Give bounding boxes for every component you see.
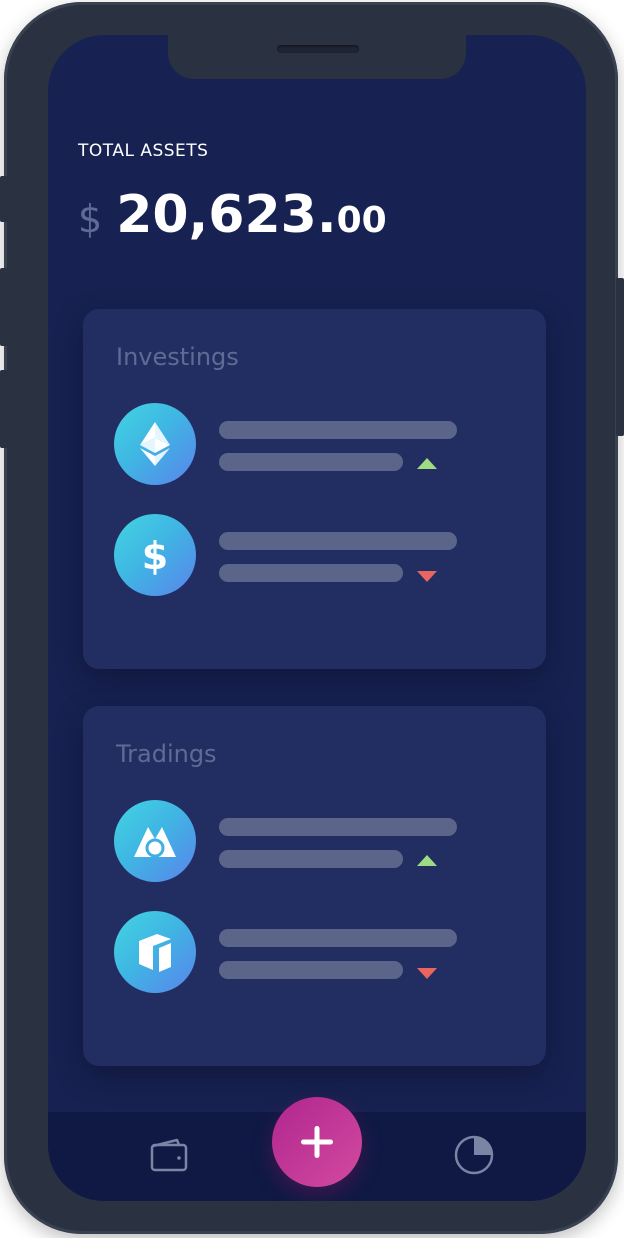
- total-assets-label: TOTAL ASSETS: [78, 141, 209, 161]
- placeholder-bar: [219, 421, 457, 439]
- neo-coin-icon: [114, 911, 196, 993]
- device-notch: [168, 35, 466, 79]
- total-assets-amount: $ 20,623. 00: [78, 185, 387, 245]
- placeholder-bar: [219, 453, 403, 471]
- placeholder-bar: [219, 532, 457, 550]
- app-screen: TOTAL ASSETS $ 20,623. 00 Investings $ T…: [48, 35, 586, 1201]
- tradings-card: Tradings: [83, 706, 546, 1066]
- add-button[interactable]: [272, 1097, 362, 1187]
- trend-up-icon: [417, 458, 437, 469]
- trend-up-icon: [417, 855, 437, 866]
- trend-down-icon: [417, 968, 437, 979]
- list-item[interactable]: [114, 800, 524, 882]
- placeholder-bar: [219, 564, 403, 582]
- phone-side-button: [0, 370, 8, 448]
- investings-card: Investings $: [83, 309, 546, 669]
- mountain-coin-icon: [114, 800, 196, 882]
- phone-frame: TOTAL ASSETS $ 20,623. 00 Investings $ T…: [4, 2, 618, 1234]
- list-item[interactable]: [114, 911, 524, 993]
- amount-decimals: 00: [336, 200, 387, 241]
- phone-side-button: [616, 278, 624, 436]
- trend-down-icon: [417, 571, 437, 582]
- placeholder-bar: [219, 961, 403, 979]
- plus-icon: [301, 1126, 333, 1158]
- list-item[interactable]: $: [114, 514, 524, 596]
- phone-side-button: [0, 176, 8, 222]
- phone-side-button: [0, 268, 8, 346]
- speaker-grille: [277, 45, 359, 53]
- svg-text:$: $: [142, 534, 168, 577]
- placeholder-bar: [219, 818, 457, 836]
- list-item[interactable]: [114, 403, 524, 485]
- placeholder-bar: [219, 929, 457, 947]
- ethereum-icon: [114, 403, 196, 485]
- pie-chart-icon[interactable]: [453, 1134, 495, 1181]
- placeholder-bar: [219, 850, 403, 868]
- investings-title: Investings: [116, 343, 239, 371]
- amount-integer: 20,623.: [116, 185, 337, 245]
- currency-symbol: $: [78, 197, 103, 241]
- dollar-icon: $: [114, 514, 196, 596]
- tradings-title: Tradings: [116, 740, 217, 768]
- wallet-icon[interactable]: [149, 1134, 189, 1179]
